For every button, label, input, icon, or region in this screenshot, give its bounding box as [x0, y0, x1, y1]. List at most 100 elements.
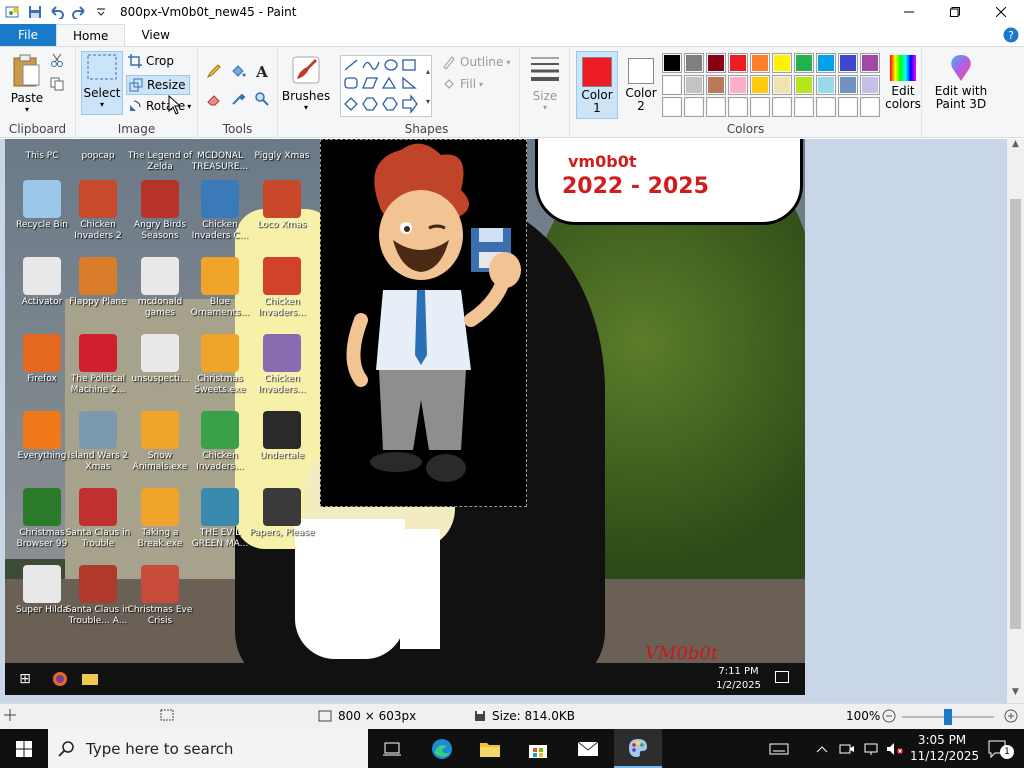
vertical-scrollbar[interactable]: ▲ ▼ [1007, 139, 1024, 703]
brushes-dropdown-icon[interactable]: ▾ [304, 103, 308, 112]
tab-view[interactable]: View [125, 24, 185, 46]
magnifier-tool[interactable] [254, 91, 270, 107]
cut-button[interactable] [50, 53, 64, 67]
palette-swatch[interactable] [838, 75, 858, 95]
palette-swatch[interactable] [750, 75, 770, 95]
desktop-icon-image [79, 180, 117, 218]
paint-taskbar-button[interactable] [614, 729, 662, 768]
zoom-slider-thumb[interactable] [944, 709, 952, 725]
maximize-button[interactable] [932, 0, 978, 24]
palette-swatch[interactable] [662, 75, 682, 95]
tray-keyboard-icon[interactable] [766, 729, 792, 768]
store-taskbar-button[interactable] [514, 729, 562, 768]
palette-swatch[interactable] [706, 97, 726, 117]
desktop-icon-label: Christmas Eve Crisis [127, 605, 193, 626]
palette-swatch[interactable] [706, 75, 726, 95]
shapes-scroll-up-icon[interactable]: ▴ [426, 67, 430, 76]
taskbar-clock[interactable]: 3:05 PM 11/12/2025 [910, 732, 979, 764]
zoom-out-button[interactable] [882, 709, 896, 723]
palette-swatch[interactable] [794, 75, 814, 95]
fill-button[interactable]: Fill ▾ [442, 77, 483, 91]
palette-swatch[interactable] [684, 97, 704, 117]
scrollbar-thumb[interactable] [1010, 199, 1021, 629]
color1-button[interactable]: Color 1 [576, 51, 618, 119]
fill-tool[interactable] [230, 63, 246, 79]
tab-file[interactable]: File [0, 24, 56, 46]
palette-swatch[interactable] [816, 75, 836, 95]
tray-chevron-up-icon[interactable] [812, 729, 832, 768]
start-button[interactable] [0, 729, 48, 768]
pencil-tool[interactable] [206, 63, 222, 79]
tab-home[interactable]: Home [56, 24, 126, 46]
edge-taskbar-button[interactable] [418, 729, 466, 768]
size-button[interactable]: Size ▾ [525, 53, 565, 112]
shapes-expand-icon[interactable]: ▾ [426, 97, 430, 106]
zoom-in-button[interactable] [1004, 709, 1018, 723]
crop-button[interactable]: Crop [128, 54, 174, 68]
color-picker-tool[interactable] [230, 91, 246, 107]
palette-swatch[interactable] [816, 53, 836, 73]
paste-button[interactable]: Paste ▾ [6, 53, 48, 114]
palette-swatch[interactable] [684, 53, 704, 73]
eraser-tool[interactable] [206, 91, 222, 107]
paint-app-icon[interactable] [2, 1, 24, 23]
select-dropdown-icon[interactable]: ▾ [100, 100, 104, 109]
tray-volume-muted-icon[interactable] [884, 729, 906, 768]
svg-text:A: A [255, 63, 268, 79]
palette-swatch[interactable] [662, 97, 682, 117]
palette-swatch[interactable] [728, 97, 748, 117]
select-button[interactable]: Select ▾ [81, 51, 123, 115]
tray-meet-icon[interactable] [836, 729, 858, 768]
palette-swatch[interactable] [662, 53, 682, 73]
edit-colors-button[interactable]: Edit colors [880, 53, 926, 111]
palette-swatch[interactable] [838, 97, 858, 117]
desktop-icon-label: Chicken Invaders... [258, 374, 306, 395]
palette-swatch[interactable] [750, 53, 770, 73]
palette-swatch[interactable] [772, 75, 792, 95]
task-view-button[interactable] [368, 729, 416, 768]
canvas-image[interactable]: vm0b0t 2022 - 2025 This PC popcap The Lege… [5, 139, 805, 695]
palette-swatch[interactable] [860, 75, 880, 95]
palette-swatch[interactable] [794, 53, 814, 73]
notification-center-button[interactable]: 1 [978, 729, 1018, 768]
edit-with-paint3d-button[interactable]: Edit with Paint 3D [928, 53, 994, 111]
palette-swatch[interactable] [860, 53, 880, 73]
text-tool[interactable]: A [254, 63, 270, 79]
taskbar-search-box[interactable]: Type here to search [48, 729, 368, 768]
copy-button[interactable] [50, 77, 64, 91]
palette-swatch[interactable] [772, 97, 792, 117]
palette-swatch[interactable] [728, 75, 748, 95]
size-group: Size ▾ [520, 47, 570, 138]
palette-swatch[interactable] [684, 75, 704, 95]
canvas-workspace[interactable]: vm0b0t 2022 - 2025 This PC popcap The Lege… [0, 139, 1007, 703]
help-icon[interactable]: ? [1002, 26, 1020, 44]
resize-button[interactable]: Resize [126, 75, 191, 95]
palette-swatch[interactable] [816, 97, 836, 117]
palette-swatch[interactable] [772, 53, 792, 73]
save-icon[interactable] [24, 1, 46, 23]
palette-swatch[interactable] [794, 97, 814, 117]
palette-swatch[interactable] [706, 53, 726, 73]
paste-dropdown-icon[interactable]: ▾ [25, 105, 29, 114]
customize-qat-icon[interactable] [90, 1, 112, 23]
minimize-button[interactable] [886, 0, 932, 24]
outline-button[interactable]: Outline ▾ [442, 55, 510, 69]
zoom-slider-track[interactable] [902, 709, 994, 725]
redo-icon[interactable] [68, 1, 90, 23]
brushes-button[interactable]: Brushes ▾ [282, 53, 330, 112]
shapes-gallery[interactable] [340, 55, 432, 117]
tray-network-icon[interactable] [860, 729, 882, 768]
scroll-up-icon[interactable]: ▲ [1007, 139, 1024, 155]
palette-swatch[interactable] [860, 97, 880, 117]
rotate-dropdown-icon[interactable]: ▾ [187, 102, 191, 111]
close-button[interactable] [978, 0, 1024, 24]
file-explorer-taskbar-button[interactable] [466, 729, 514, 768]
undo-icon[interactable] [46, 1, 68, 23]
palette-swatch[interactable] [838, 53, 858, 73]
mail-taskbar-button[interactable] [564, 729, 612, 768]
pasted-selection[interactable] [320, 139, 527, 507]
scroll-down-icon[interactable]: ▼ [1007, 687, 1024, 703]
palette-swatch[interactable] [750, 97, 770, 117]
color2-button[interactable]: Color 2 [620, 51, 662, 119]
palette-swatch[interactable] [728, 53, 748, 73]
